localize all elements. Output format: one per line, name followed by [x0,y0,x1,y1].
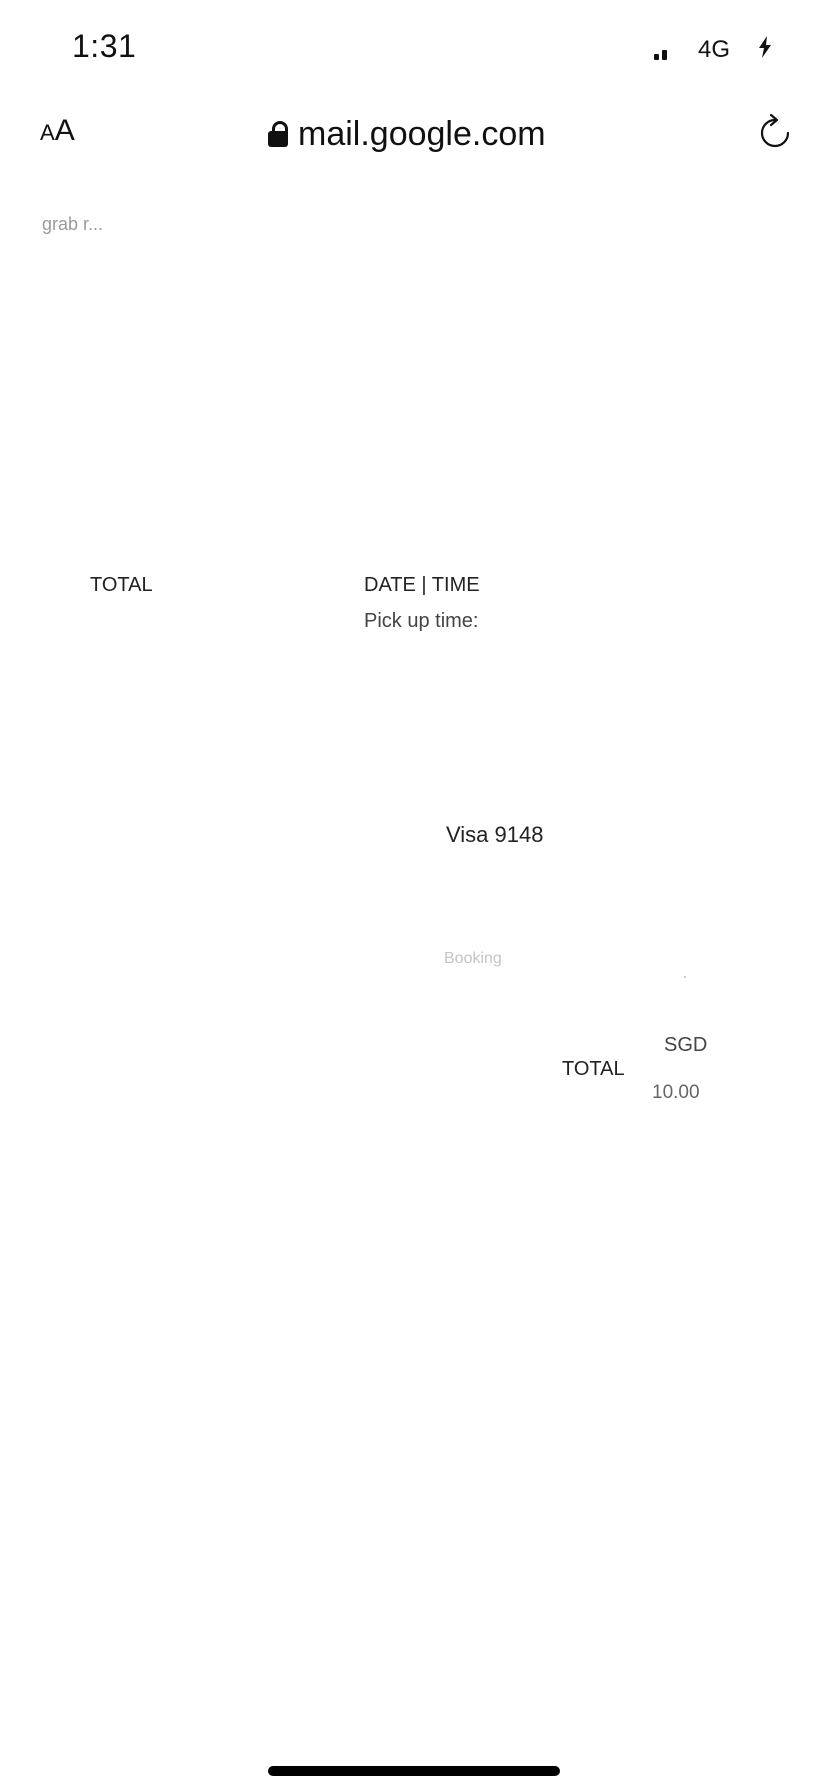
faint-dot [684,976,686,978]
url-text: mail.google.com [298,114,546,153]
url-field[interactable]: mail.google.com [268,112,546,156]
total-amount: 10.00 [652,1082,700,1103]
total-label-left: TOTAL [90,574,153,596]
date-time-label: DATE | TIME [364,574,480,596]
text-size-large-label: A [54,114,75,147]
payment-method: Visa 9148 [446,822,544,847]
network-type: 4G [698,36,731,63]
total-label-right: TOTAL [562,1058,625,1080]
faint-label: Booking [444,950,502,967]
lock-icon [268,121,288,147]
reload-icon[interactable] [758,112,792,152]
currency-label: SGD [664,1034,708,1056]
pickup-time-label: Pick up time: [364,610,479,632]
text-size-button[interactable]: AA [40,114,75,148]
charging-bolt-icon [758,36,772,64]
signal-strength-icon [654,48,672,60]
text-size-small-label: A [40,120,55,145]
status-time: 1:31 [72,28,137,64]
home-indicator[interactable] [268,1766,560,1776]
email-header-faint-text: grab r... [42,214,104,234]
